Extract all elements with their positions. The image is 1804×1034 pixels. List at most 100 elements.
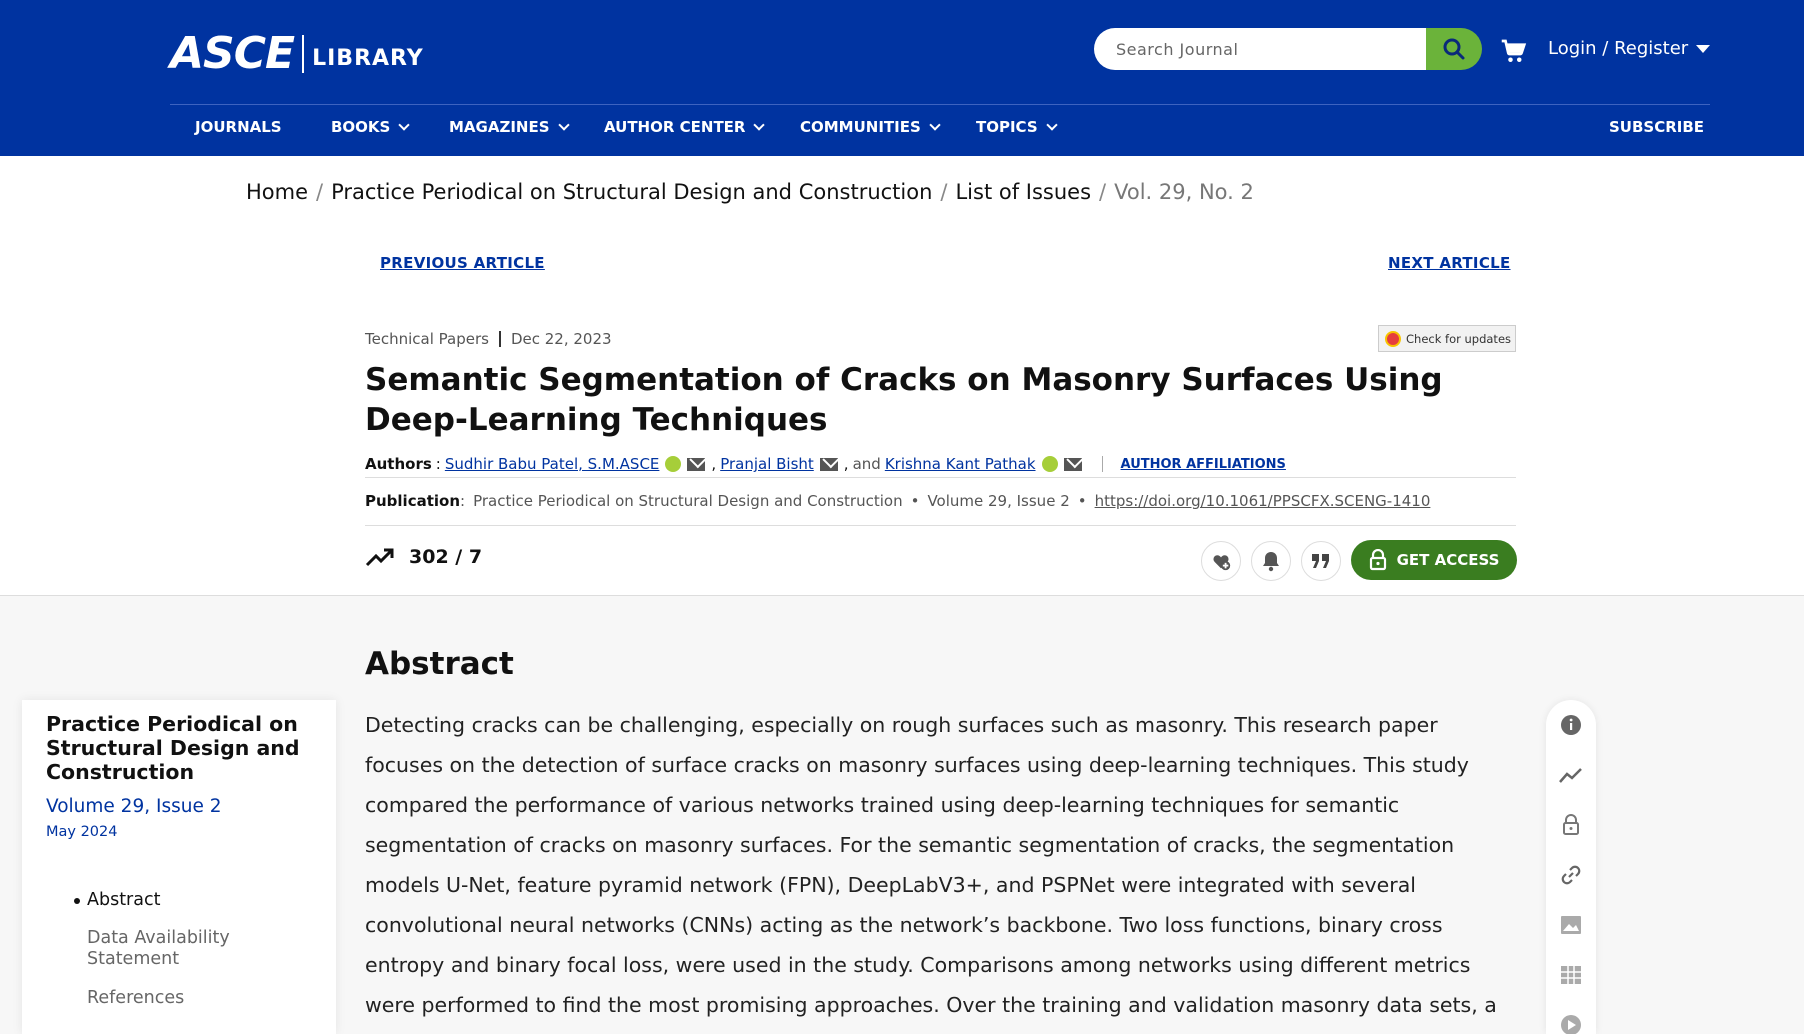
metrics-button[interactable]: 302 / 7 (365, 546, 482, 568)
breadcrumb-separator: / (940, 180, 948, 204)
logo-divider (302, 34, 305, 73)
search-button[interactable] (1426, 28, 1482, 70)
access-rail-button[interactable] (1559, 813, 1583, 837)
nav-communities-label: COMMUNITIES (800, 118, 921, 136)
next-article-link[interactable]: NEXT ARTICLE (1388, 254, 1511, 272)
article-title: Semantic Segmentation of Cracks on Mason… (365, 362, 1443, 438)
author-link[interactable]: Pranjal Bisht (720, 455, 814, 473)
email-icon[interactable] (1063, 457, 1082, 471)
site-header: ASCE LIBRARY Login / Register JOURNALS (0, 0, 1804, 156)
nav-subscribe-label: SUBSCRIBE (1609, 118, 1705, 136)
abstract-heading: Abstract (365, 646, 514, 682)
article-meta: Technical Papers Dec 22, 2023 (365, 330, 612, 348)
nav-topics-label: TOPICS (976, 118, 1038, 136)
get-access-button[interactable]: GET ACCESS (1351, 540, 1517, 580)
orcid-icon[interactable] (665, 456, 682, 472)
nav-author-center-label: AUTHOR CENTER (604, 118, 746, 136)
metrics-rail-button[interactable] (1559, 763, 1583, 787)
nav-divider (170, 104, 1710, 105)
breadcrumb-separator: / (316, 180, 324, 204)
active-bullet (74, 898, 80, 904)
asce-library-logo[interactable]: ASCE LIBRARY (170, 28, 424, 79)
lock-icon (1563, 814, 1579, 835)
breadcrumb-current: Vol. 29, No. 2 (1114, 180, 1254, 204)
abstract-text: Detecting cracks can be challenging, esp… (365, 713, 1497, 1034)
link-icon (1561, 865, 1581, 885)
divider (365, 477, 1516, 478)
crossmark-icon (1385, 330, 1401, 347)
tools-rail (1546, 700, 1596, 1034)
nav-author-center[interactable]: AUTHOR CENTER (604, 118, 766, 136)
publication-label: Publication (365, 492, 461, 510)
media-button[interactable] (1559, 1013, 1583, 1034)
login-register-menu[interactable]: Login / Register (1548, 38, 1711, 59)
nav-journals[interactable]: JOURNALS (195, 118, 282, 136)
publication-volume: Volume 29, Issue 2 (927, 492, 1070, 510)
check-for-updates-button[interactable]: Check for updates (1378, 325, 1516, 352)
cite-button[interactable] (1301, 541, 1341, 581)
author-link[interactable]: Sudhir Babu Patel, S.M.ASCE (445, 455, 660, 473)
publication-colon: : (460, 492, 466, 510)
play-icon (1561, 1015, 1581, 1034)
orcid-icon[interactable] (1041, 456, 1058, 472)
nav-communities[interactable]: COMMUNITIES (800, 118, 941, 136)
cart-icon (1501, 39, 1527, 62)
table-icon (1561, 966, 1581, 984)
email-icon[interactable] (819, 457, 838, 471)
main-nav: JOURNALS BOOKS MAGAZINES AUTHOR CENTER C… (170, 118, 1710, 142)
nav-books[interactable]: BOOKS (331, 118, 411, 136)
check-for-updates-label: Check for updates (1406, 331, 1512, 346)
breadcrumb-home[interactable]: Home (246, 180, 308, 204)
divider (365, 525, 1516, 526)
nav-books-label: BOOKS (331, 118, 391, 136)
login-register-label: Login / Register (1548, 38, 1689, 59)
alerts-button[interactable] (1251, 541, 1291, 581)
email-icon[interactable] (687, 457, 706, 471)
publication-name: Practice Periodical on Structural Design… (473, 492, 903, 510)
tables-button[interactable] (1559, 963, 1583, 987)
nav-subscribe[interactable]: SUBSCRIBE (1609, 118, 1704, 136)
trending-up-icon (1559, 768, 1582, 783)
nav-magazines[interactable]: MAGAZINES (449, 118, 570, 136)
breadcrumb-separator: / (1099, 180, 1107, 204)
toc-item-label: Data Availability Statement (87, 928, 230, 969)
doi-link[interactable]: https://doi.org/10.1061/PPSCFX.SCENG-141… (1095, 492, 1431, 510)
sidebar-volume-link[interactable]: Volume 29, Issue 2 (46, 796, 221, 817)
logo-asce-text: ASCE (170, 28, 295, 79)
search-input[interactable] (1094, 28, 1426, 70)
info-button[interactable] (1559, 713, 1583, 737)
bullet: • (910, 492, 920, 510)
chevron-down-icon (1045, 118, 1058, 131)
share-link-button[interactable] (1559, 863, 1583, 887)
figures-button[interactable] (1559, 913, 1583, 937)
author-affiliations-link[interactable]: AUTHOR AFFILIATIONS (1121, 457, 1286, 472)
authors-divider (1101, 456, 1103, 472)
nav-topics[interactable]: TOPICS (976, 118, 1058, 136)
image-icon (1561, 916, 1581, 934)
nav-magazines-label: MAGAZINES (449, 118, 550, 136)
previous-article-link[interactable]: PREVIOUS ARTICLE (380, 254, 545, 272)
search-icon (1443, 38, 1465, 60)
chevron-down-icon (398, 118, 411, 131)
toc-item-data-availability[interactable]: Data Availability Statement (87, 928, 257, 970)
lock-icon (1369, 549, 1386, 571)
article-type: Technical Papers (365, 330, 489, 348)
breadcrumb-list-of-issues[interactable]: List of Issues (955, 180, 1091, 204)
toc-item-references[interactable]: References (87, 988, 287, 1009)
toc-item-abstract[interactable]: Abstract (74, 890, 287, 911)
sidebar-issue-date: May 2024 (46, 824, 118, 840)
search-bar (1094, 28, 1482, 70)
meta-divider (498, 331, 501, 347)
favorite-button[interactable] (1201, 541, 1241, 581)
author-link[interactable]: Krishna Kant Pathak (885, 455, 1036, 473)
logo-library-text: LIBRARY (312, 46, 424, 71)
get-access-label: GET ACCESS (1396, 551, 1500, 569)
quote-icon (1312, 554, 1329, 568)
metrics-value: 302 / 7 (409, 546, 483, 568)
article-date: Dec 22, 2023 (510, 330, 612, 348)
breadcrumb-journal[interactable]: Practice Periodical on Structural Design… (331, 180, 932, 204)
cart-button[interactable] (1498, 36, 1528, 66)
trending-up-icon (365, 548, 394, 567)
toc-item-label: Abstract (87, 890, 161, 910)
author-comma: , (711, 455, 717, 473)
